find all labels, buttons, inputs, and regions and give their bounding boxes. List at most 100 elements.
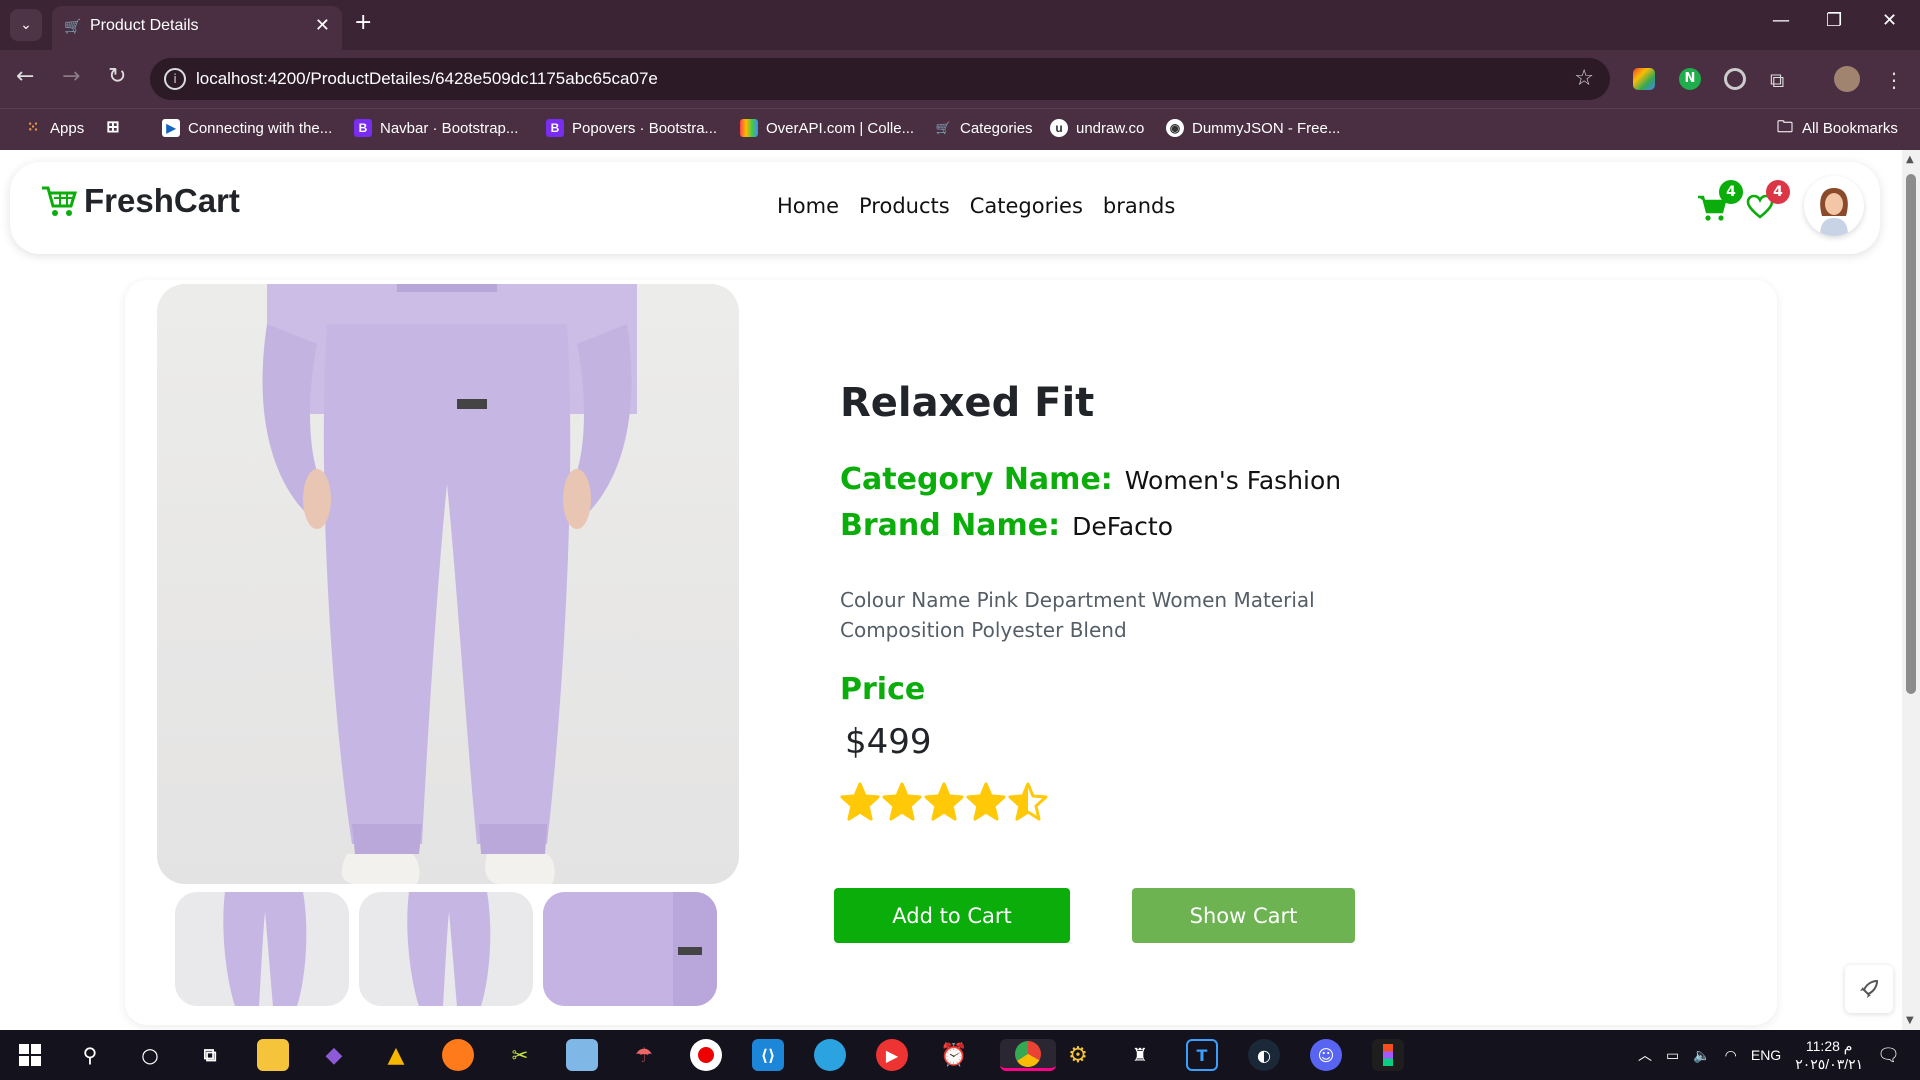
notifications-icon[interactable]: 🗨	[1877, 1045, 1900, 1066]
price-label: Price	[840, 672, 926, 707]
brand-label: Brand Name:	[840, 508, 1061, 543]
snipping-tool-icon[interactable]: ✂	[504, 1039, 536, 1071]
new-tab-button[interactable]: +	[354, 10, 372, 35]
nav-home[interactable]: Home	[777, 194, 839, 218]
rocket-icon	[1860, 979, 1879, 998]
product-description: Colour Name Pink Department Women Materi…	[840, 588, 1315, 642]
media-player-icon[interactable]: ▶	[876, 1039, 908, 1071]
nav-brands[interactable]: brands	[1103, 194, 1175, 218]
settings-gear-icon[interactable]: ⚙	[1062, 1039, 1094, 1071]
user-avatar[interactable]	[1804, 176, 1864, 236]
apps-grid-icon: ⁙	[26, 119, 40, 136]
windows-logo	[19, 1044, 41, 1066]
cart-favicon-icon: 🛒	[935, 121, 951, 135]
bookmark-undraw[interactable]: u undraw.co	[1050, 119, 1144, 137]
star-icon	[882, 782, 922, 821]
reload-icon[interactable]: ↻	[108, 64, 126, 89]
add-to-cart-button[interactable]: Add to Cart	[834, 888, 1070, 943]
nav-categories[interactable]: Categories	[970, 194, 1083, 218]
rating-stars	[840, 782, 1048, 822]
windows-start-icon[interactable]	[14, 1039, 46, 1071]
notepad-icon[interactable]	[566, 1039, 598, 1071]
chrome-icon[interactable]	[1000, 1039, 1056, 1071]
windows-taskbar: ⚲ ○ ⧉ ◆ ▲ ✂ ☂ ⟨⟩ ▶ ⏰ ⚙ ♜ T ◐ ☺ ︿ ▭ 🔈 ◠ E…	[0, 1030, 1920, 1080]
game-launcher-icon[interactable]: ♜	[1124, 1039, 1156, 1071]
extension-n-icon[interactable]: N	[1679, 68, 1701, 90]
battery-icon[interactable]: ▭	[1666, 1047, 1679, 1064]
product-main-image[interactable]	[157, 284, 739, 884]
show-cart-button[interactable]: Show Cart	[1132, 888, 1355, 943]
browser-menu-icon[interactable]: ⋮	[1884, 68, 1906, 92]
edge-icon[interactable]	[814, 1039, 846, 1071]
record-icon[interactable]	[690, 1039, 722, 1071]
firefox-icon[interactable]	[442, 1039, 474, 1071]
tab-search-button[interactable]: ⌄	[10, 9, 42, 41]
discord-icon[interactable]: ☺	[1310, 1039, 1342, 1071]
volume-icon[interactable]: 🔈	[1693, 1047, 1710, 1064]
minimize-icon[interactable]: —	[1772, 10, 1790, 31]
alarm-clock-icon[interactable]: ⏰	[938, 1039, 970, 1071]
nav-products[interactable]: Products	[859, 194, 950, 218]
visual-studio-icon[interactable]: ◆	[318, 1039, 350, 1071]
vscode-icon[interactable]: ⟨⟩	[752, 1039, 784, 1071]
steam-icon[interactable]: ◐	[1248, 1039, 1280, 1071]
grid-icon: ⊞	[106, 119, 120, 136]
bookmark-dummyjson[interactable]: ◉ DummyJSON - Free...	[1166, 119, 1340, 137]
tab-close-icon[interactable]: ✕	[315, 15, 330, 36]
star-icon	[840, 782, 880, 821]
category-label: Category Name:	[840, 462, 1113, 497]
product-thumbnail-2[interactable]	[359, 892, 533, 1006]
browser-tab[interactable]: 🛒 Product Details ✕	[52, 6, 342, 50]
bookmark-navbar-bootstrap[interactable]: B Navbar · Bootstrap...	[354, 119, 518, 137]
all-bookmarks[interactable]: 🗀 All Bookmarks	[1776, 119, 1898, 137]
back-icon[interactable]: ←	[16, 64, 34, 89]
bookmark-categories[interactable]: 🛒 Categories	[934, 119, 1033, 137]
tray-overflow-icon[interactable]: ︿	[1638, 1045, 1652, 1065]
user-avatar-icon	[1820, 188, 1848, 236]
bookmark-connecting[interactable]: ▶ Connecting with the...	[162, 119, 332, 137]
bookmarks-bar: ⁙ Apps ⊞ ▶ Connecting with the... B Navbar …	[0, 108, 1920, 150]
address-bar[interactable]: i localhost:4200/ProductDetailes/6428e50…	[150, 58, 1610, 100]
file-explorer-icon[interactable]	[257, 1039, 289, 1071]
url-text[interactable]: localhost:4200/ProductDetailes/6428e509d…	[196, 69, 658, 89]
bookmark-tab-groups[interactable]: ⊞	[104, 119, 122, 137]
restore-icon[interactable]: ❐	[1826, 10, 1842, 31]
wishlist-count-badge: 4	[1766, 180, 1790, 204]
google-drive-icon[interactable]: ▲	[380, 1039, 412, 1071]
cortana-icon[interactable]: ○	[134, 1039, 166, 1071]
scrollbar-thumb[interactable]	[1906, 174, 1916, 694]
bookmark-popovers-bootstrap[interactable]: B Popovers · Bootstra...	[546, 119, 717, 137]
search-icon[interactable]: ⚲	[74, 1039, 106, 1071]
page-scrollbar[interactable]: ▲ ▼	[1902, 150, 1920, 1030]
site-info-icon[interactable]: i	[164, 68, 186, 90]
task-view-icon[interactable]: ⧉	[194, 1039, 226, 1071]
wifi-icon[interactable]: ◠	[1725, 1047, 1737, 1064]
wishlist-button[interactable]: 4	[1746, 180, 1790, 224]
shopping-cart-logo-icon	[42, 186, 78, 216]
profile-avatar-icon[interactable]	[1834, 66, 1860, 92]
scroll-top-rocket-button[interactable]	[1845, 965, 1893, 1013]
app-t-icon[interactable]: T	[1186, 1039, 1218, 1071]
overapi-icon	[740, 119, 758, 137]
figma-icon[interactable]	[1372, 1039, 1404, 1071]
bookmark-apps[interactable]: ⁙ Apps	[24, 119, 85, 137]
language-indicator[interactable]: ENG	[1751, 1047, 1781, 1063]
site-logo[interactable]: FreshCart	[40, 182, 240, 220]
bookmark-overapi[interactable]: OverAPI.com | Colle...	[740, 119, 914, 137]
bookmark-star-icon[interactable]: ☆	[1574, 66, 1594, 91]
system-tray: ︿ ▭ 🔈 ◠ ENG 11:28 م ٢٠٢٥/٠٣/٢١ 🗨	[1638, 1030, 1900, 1080]
clock[interactable]: 11:28 م ٢٠٢٥/٠٣/٢١	[1795, 1037, 1863, 1073]
cart-button[interactable]: 4	[1697, 180, 1743, 226]
forward-icon[interactable]: →	[62, 64, 80, 89]
window-close-icon[interactable]: ✕	[1882, 10, 1897, 31]
paint-icon[interactable]: ☂	[628, 1039, 660, 1071]
extension-target-icon[interactable]	[1724, 68, 1746, 90]
extension-color-icon[interactable]	[1633, 68, 1655, 90]
product-thumbnail-3[interactable]	[543, 892, 717, 1006]
cart-count-badge: 4	[1719, 180, 1743, 204]
scroll-down-icon[interactable]: ▼	[1906, 1015, 1914, 1026]
extensions-puzzle-icon[interactable]: ⧉	[1770, 68, 1792, 92]
scroll-up-icon[interactable]: ▲	[1906, 154, 1914, 165]
clock-date: ٢٠٢٥/٠٣/٢١	[1795, 1056, 1864, 1072]
product-thumbnail-1[interactable]	[175, 892, 349, 1006]
